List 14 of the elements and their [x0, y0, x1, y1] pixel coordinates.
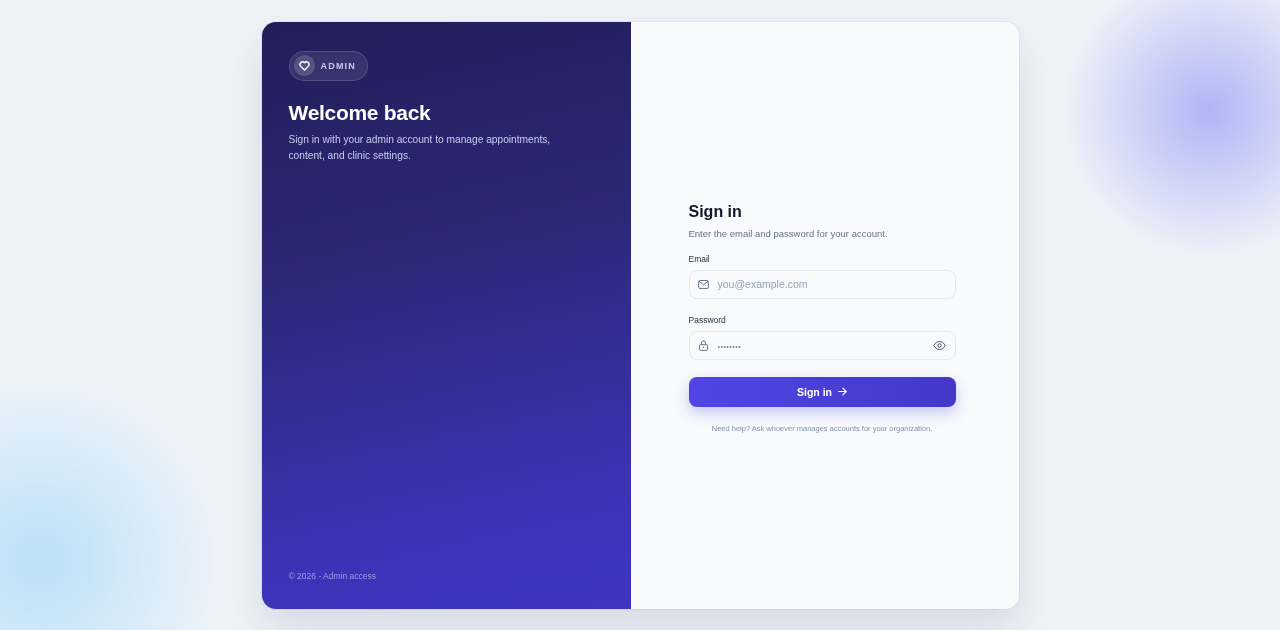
- field-label: Password: [688, 313, 726, 326]
- copyright-text: © 2026 - Admin access: [288, 570, 377, 581]
- email-field[interactable]: you@example.com: [688, 269, 956, 299]
- sign-in-button[interactable]: Sign in: [688, 376, 956, 407]
- lock-icon: [698, 339, 708, 351]
- eye-icon[interactable]: [932, 340, 946, 350]
- badge-label: ADMIN: [320, 60, 356, 71]
- welcome-subtitle: Sign in with your admin account to manage appointments, content, and clinic settings.: [288, 132, 552, 163]
- field-label: Email: [688, 252, 710, 265]
- arrow-icon: [838, 387, 847, 396]
- form-title: Sign in: [688, 201, 742, 222]
- form-subtitle: Enter the email and password for your account.: [688, 226, 888, 241]
- welcome-title: Welcome back: [288, 99, 431, 126]
- mail-icon: [697, 279, 709, 289]
